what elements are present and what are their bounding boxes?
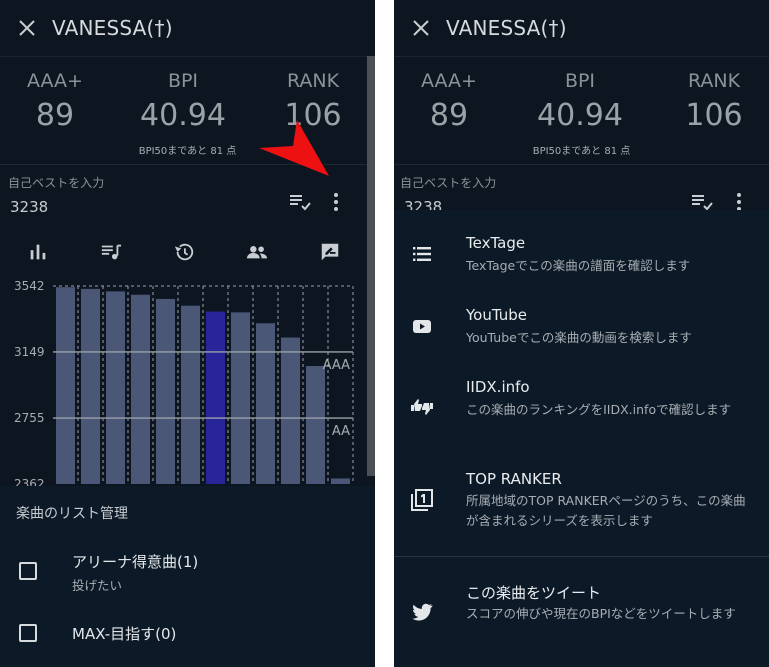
divider	[0, 56, 375, 57]
chart-bar	[181, 305, 200, 484]
playlist-check-icon[interactable]	[288, 190, 312, 214]
actions-menu-sheet: TexTage TexTageでこの楽曲の譜面を確認します YouTube Yo…	[394, 210, 769, 667]
menu-item-title: YouTube	[466, 306, 527, 324]
chart-bar	[131, 294, 150, 484]
chart-bar	[206, 311, 225, 484]
stat-bpi-value: 40.94	[537, 98, 623, 133]
twitter-icon	[412, 603, 433, 621]
song-title: VANESSA(†)	[52, 16, 173, 40]
self-best-label: 自己ベストを入力	[400, 176, 497, 190]
bar-chart-icon	[30, 244, 45, 260]
annotation-arrow	[259, 120, 329, 176]
menu-item-title: IIDX.info	[466, 378, 530, 396]
score-distribution-chart: 3542314927552362AAAAA	[14, 279, 354, 491]
menu-item-title: この楽曲をツイート	[466, 584, 602, 602]
stat-bpi: BPI 40.94	[128, 70, 238, 133]
stat-bpi: BPI 40.94	[525, 70, 635, 133]
menu-item-subtitle: この楽曲のランキングをIIDX.infoで確認します	[466, 402, 732, 417]
close-icon[interactable]	[18, 19, 36, 37]
chart-bar	[256, 323, 275, 484]
chart-bar	[281, 337, 300, 484]
stat-aaa-label: AAA+	[421, 70, 477, 92]
song-detail-panel: VANESSA(†) AAA+ 89 BPI 40.94 RANK 106 BP…	[0, 0, 375, 667]
history-icon	[174, 243, 193, 261]
stat-rank: RANK 106	[659, 70, 769, 133]
song-detail-panel-menu: VANESSA(†) AAA+ 89 BPI 40.94 RANK 106 BP…	[394, 0, 769, 667]
chart-bar	[106, 291, 125, 484]
reference-line-label: AA	[332, 424, 350, 439]
stat-bpi-label: BPI	[167, 70, 199, 92]
tab-review[interactable]	[292, 236, 367, 268]
menu-item-title: TexTage	[466, 234, 526, 252]
app-bar: VANESSA(†)	[0, 0, 375, 56]
scrollbar[interactable]	[367, 56, 375, 476]
stat-aaa-value: 89	[35, 98, 75, 133]
stat-rank-value: 106	[685, 98, 743, 133]
reference-line-label: AAA	[323, 358, 351, 373]
stat-aaa: AAA+ 89	[394, 70, 504, 133]
stat-rank-label: RANK	[687, 70, 741, 92]
y-tick-label: 3149	[14, 345, 45, 359]
chart-bar	[231, 312, 250, 484]
bpi-note: BPI50まであと 81 点	[532, 146, 631, 157]
list-item-subtitle-1: 投げたい	[72, 578, 123, 593]
menu-item-subtitle: 所属地域のTOP RANKERページのうち、この楽曲が含まれるシリーズを表示しま…	[466, 493, 746, 528]
chart-bar	[156, 298, 175, 484]
stat-aaa-value: 89	[429, 98, 469, 133]
y-tick-label: 3542	[14, 279, 45, 293]
divider	[394, 56, 769, 57]
stat-bpi-value: 40.94	[140, 98, 226, 133]
stat-aaa-label: AAA+	[27, 70, 83, 92]
tab-music[interactable]	[73, 236, 148, 268]
chart-bar	[81, 288, 100, 484]
list-management-sheet: 楽曲のリスト管理 アリーナ得意曲(1) 投げたい MAX-目指す(0)	[0, 486, 375, 667]
y-tick-label: 2755	[14, 411, 45, 425]
filter-1-icon	[411, 489, 433, 511]
list-checkbox-1[interactable]	[19, 562, 37, 580]
self-best-input[interactable]: 3238	[10, 198, 48, 216]
menu-item-subtitle: TexTageでこの楽曲の譜面を確認します	[466, 258, 691, 273]
thumbs-up-down-icon	[411, 399, 433, 415]
stat-rank-label: RANK	[286, 70, 340, 92]
rate-review-icon	[321, 243, 338, 261]
close-icon[interactable]	[412, 19, 430, 37]
list-item-title-1[interactable]: アリーナ得意曲(1)	[72, 551, 198, 572]
more-vert-icon[interactable]	[324, 190, 348, 214]
divider	[394, 164, 769, 165]
sheet-heading: 楽曲のリスト管理	[16, 506, 128, 522]
self-best-label: 自己ベストを入力	[8, 176, 105, 190]
list-icon	[413, 247, 431, 261]
people-icon	[246, 246, 267, 259]
menu-divider	[394, 556, 769, 557]
song-title: VANESSA(†)	[446, 16, 567, 40]
youtube-icon	[413, 320, 431, 333]
tab-chart[interactable]	[0, 236, 75, 268]
queue-music-icon	[101, 244, 121, 260]
panel-gap	[375, 0, 394, 667]
list-checkbox-2[interactable]	[19, 624, 37, 642]
app-bar: VANESSA(†)	[394, 0, 769, 56]
stat-aaa: AAA+ 89	[0, 70, 110, 133]
chart-bar	[56, 287, 75, 484]
list-item-title-2[interactable]: MAX-目指す(0)	[72, 623, 176, 644]
menu-item-subtitle: スコアの伸びや現在のBPIなどをツイートします	[466, 606, 736, 621]
chart-bar	[331, 478, 350, 484]
chart-bar	[306, 366, 325, 484]
menu-item-subtitle: YouTubeでこの楽曲の動画を検索します	[466, 330, 692, 345]
tab-history[interactable]	[146, 236, 221, 268]
tab-bar	[0, 236, 375, 268]
stat-bpi-label: BPI	[564, 70, 596, 92]
tab-people[interactable]	[219, 236, 294, 268]
menu-item-title: TOP RANKER	[466, 470, 562, 488]
